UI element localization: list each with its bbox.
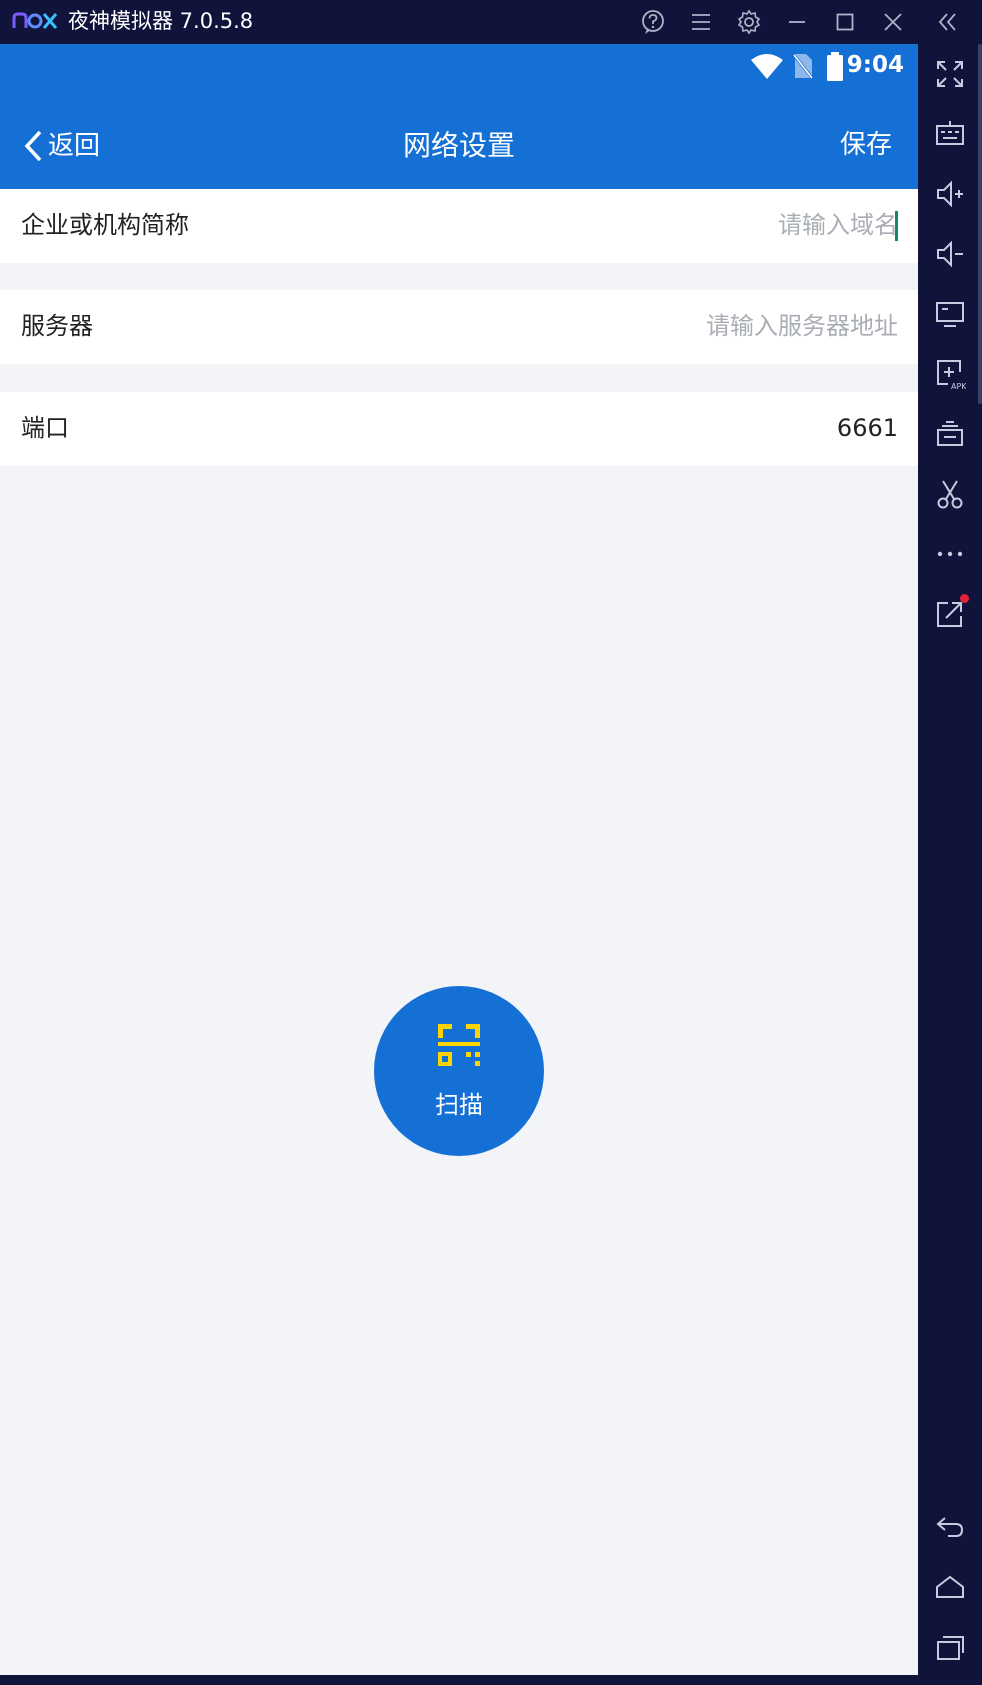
port-input[interactable]	[378, 408, 898, 448]
status-bar: 9:04	[0, 44, 918, 88]
text-cursor	[895, 211, 898, 241]
nav-bar: 返回 网络设置 保存	[0, 88, 918, 205]
no-sim-icon	[791, 52, 815, 84]
home-icon[interactable]	[934, 1571, 966, 1603]
scan-button[interactable]: 扫描	[374, 986, 544, 1156]
recent-apps-icon[interactable]	[934, 1631, 966, 1663]
back-button[interactable]: 返回	[22, 124, 100, 168]
status-time: 9:04	[846, 52, 904, 78]
keyboard-icon[interactable]	[934, 118, 966, 150]
screen-icon[interactable]	[934, 298, 966, 330]
sidebar-scrollbar[interactable]	[978, 44, 982, 404]
chevron-left-icon	[24, 130, 42, 162]
page-title: 网络设置	[402, 129, 515, 162]
scan-label: 扫描	[435, 1091, 483, 1119]
volume-down-icon[interactable]	[934, 238, 966, 270]
screenshot-icon[interactable]	[934, 478, 966, 510]
server-row: 服务器	[0, 290, 918, 364]
port-label: 端口	[21, 414, 69, 442]
svg-text:APK: APK	[951, 382, 966, 390]
qr-scan-icon	[438, 1024, 480, 1066]
org-name-row: 企业或机构简称	[0, 189, 918, 263]
emulator-title-bar: 夜神模拟器 7.0.5.8	[0, 0, 982, 44]
volume-up-icon[interactable]	[934, 178, 966, 210]
more-icon[interactable]	[934, 538, 966, 570]
emulator-title: 夜神模拟器 7.0.5.8	[68, 9, 254, 33]
server-label: 服务器	[21, 312, 93, 340]
screen-bottom-border	[0, 1675, 918, 1685]
external-link-icon[interactable]	[934, 594, 969, 630]
help-icon[interactable]	[638, 7, 668, 37]
back-icon[interactable]	[934, 1511, 966, 1543]
back-label: 返回	[48, 131, 101, 161]
add-apk-icon[interactable]: APK	[934, 358, 966, 390]
emulator-sidebar: APK	[918, 44, 982, 1685]
server-input[interactable]	[378, 306, 898, 346]
notification-dot	[960, 594, 969, 603]
android-screen: 9:04 返回 网络设置 保存 企业或机构简称 服务器 端口	[0, 44, 918, 1675]
close-icon[interactable]	[878, 7, 908, 37]
save-button[interactable]: 保存	[840, 128, 892, 162]
nox-logo	[12, 8, 58, 36]
battery-icon	[826, 52, 844, 86]
maximize-icon[interactable]	[830, 7, 860, 37]
multi-instance-icon[interactable]	[934, 418, 966, 450]
org-name-label: 企业或机构简称	[21, 211, 189, 239]
minimize-icon[interactable]	[782, 7, 812, 37]
port-row: 端口	[0, 392, 918, 466]
settings-icon[interactable]	[734, 7, 764, 37]
org-name-input[interactable]	[378, 205, 898, 245]
menu-icon[interactable]	[686, 7, 716, 37]
wifi-icon	[750, 52, 784, 84]
fullscreen-icon[interactable]	[934, 58, 966, 90]
collapse-sidebar-icon[interactable]	[932, 7, 962, 37]
